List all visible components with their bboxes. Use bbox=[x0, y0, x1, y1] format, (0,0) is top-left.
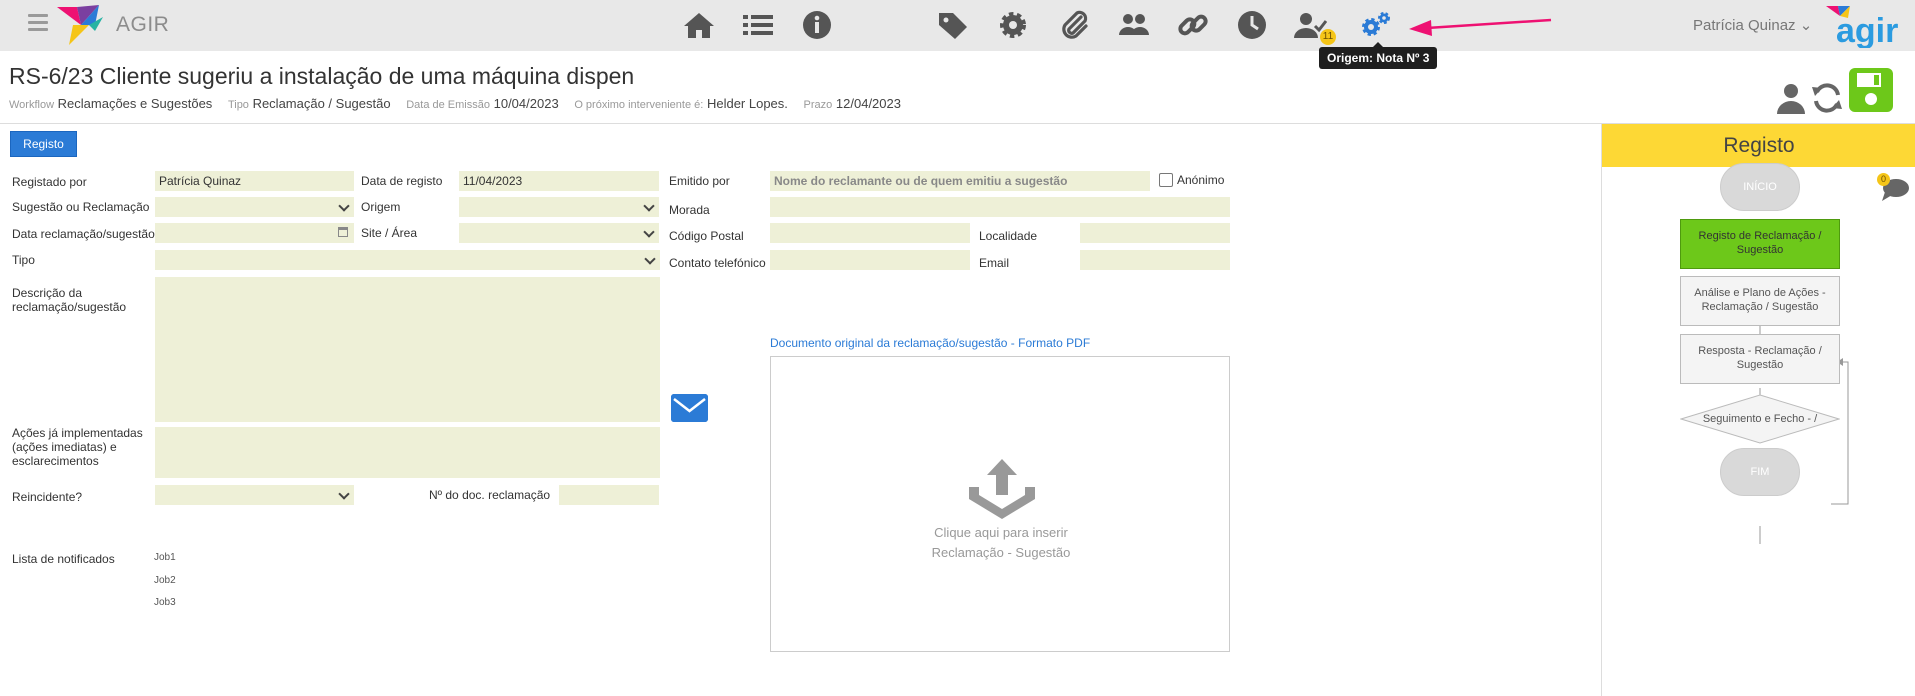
tipo-select[interactable] bbox=[155, 250, 660, 270]
sugestao-reclamacao-select[interactable] bbox=[155, 197, 354, 217]
home-icon[interactable] bbox=[682, 9, 716, 41]
flow-step-resposta-label: Resposta - Reclamação / Sugestão bbox=[1698, 345, 1822, 371]
menu-icon[interactable] bbox=[28, 14, 48, 32]
brand-name: agir bbox=[1836, 12, 1898, 48]
descricao-textarea[interactable] bbox=[155, 277, 660, 422]
site-area-label: Site / Área bbox=[361, 226, 418, 240]
acoes-label: Ações já implementadas (ações imediatas)… bbox=[12, 426, 143, 468]
flow-step-analise[interactable]: Análise e Plano de Ações - Reclamação / … bbox=[1680, 276, 1840, 326]
email-send-icon[interactable] bbox=[671, 394, 708, 422]
meta-value-proximo: Helder Lopes. bbox=[706, 96, 788, 111]
site-area-select[interactable] bbox=[459, 223, 659, 243]
meta-value-tipo: Reclamação / Sugestão bbox=[252, 96, 391, 111]
registado-por-field[interactable]: Patrícia Quinaz bbox=[155, 171, 354, 191]
link-icon[interactable] bbox=[1176, 9, 1210, 41]
localidade-field[interactable] bbox=[1080, 223, 1230, 243]
notificados-job: Job3 bbox=[154, 597, 176, 608]
upload-dropzone[interactable]: Clique aqui para inserir Reclamação - Su… bbox=[770, 356, 1230, 652]
upload-text-line2: Reclamação - Sugestão bbox=[931, 545, 1071, 560]
page-title: RS-6/23 Cliente sugeriu a instalação de … bbox=[9, 63, 635, 89]
gear-icon[interactable] bbox=[996, 9, 1030, 41]
tags-icon[interactable] bbox=[937, 9, 971, 41]
meta-key-proximo: O próximo interveniente é: bbox=[574, 99, 704, 111]
sugestao-reclamacao-label: Sugestão ou Reclamação bbox=[12, 200, 150, 214]
flow-end-label: FIM bbox=[1750, 466, 1770, 478]
record-meta: Workflow Reclamações e Sugestões Tipo Re… bbox=[9, 96, 913, 111]
emitido-por-field[interactable]: Nome do reclamante ou de quem emitiu a s… bbox=[770, 171, 1150, 191]
meta-key-tipo: Tipo bbox=[227, 99, 249, 111]
agir-logo-icon[interactable] bbox=[55, 3, 107, 47]
upload-icon bbox=[969, 459, 1035, 519]
gears-icon[interactable] bbox=[1358, 9, 1392, 41]
agir-brand-logo: agir bbox=[1826, 6, 1898, 48]
email-field[interactable] bbox=[1080, 250, 1230, 270]
users-icon[interactable] bbox=[1117, 9, 1151, 41]
codigo-postal-field[interactable] bbox=[770, 223, 970, 243]
notification-badge: 11 bbox=[1320, 29, 1336, 45]
workflow-panel: Registo 0 INÍCIO Registo de Reclamação /… bbox=[1601, 124, 1915, 696]
morada-field[interactable] bbox=[770, 197, 1230, 217]
flow-end[interactable]: FIM bbox=[1720, 448, 1800, 496]
meta-key-data-emissao: Data de Emissão bbox=[406, 99, 490, 111]
origem-label: Origem bbox=[361, 200, 401, 214]
top-bar: AGIR 11 Patrícia Quinaz ⌄ agir bbox=[0, 0, 1915, 51]
user-name: Patrícia Quinaz bbox=[1693, 17, 1796, 34]
notificados-job: Job1 bbox=[154, 552, 176, 563]
emitido-por-label: Emitido por bbox=[669, 174, 730, 188]
flow-step-registo-label: Registo de Reclamação / Sugestão bbox=[1698, 230, 1822, 256]
reincidente-select[interactable] bbox=[155, 485, 354, 505]
calendar-icon[interactable] bbox=[338, 227, 348, 237]
data-registo-field[interactable]: 11/04/2023 bbox=[459, 171, 659, 191]
meta-value-data-emissao: 10/04/2023 bbox=[493, 96, 559, 111]
annotation-arrow-icon bbox=[1409, 18, 1552, 36]
num-doc-field[interactable] bbox=[559, 485, 659, 505]
notificados-label: Lista de notificados bbox=[12, 552, 115, 566]
user-icon[interactable] bbox=[1776, 82, 1806, 114]
save-icon[interactable] bbox=[1849, 68, 1893, 112]
user-menu[interactable]: Patrícia Quinaz ⌄ bbox=[1693, 16, 1812, 34]
emitido-por-placeholder: Nome do reclamante ou de quem emitiu a s… bbox=[774, 174, 1068, 188]
meta-key-prazo: Prazo bbox=[803, 99, 833, 111]
data-reclamacao-field[interactable] bbox=[155, 223, 354, 243]
meta-value-workflow: Reclamações e Sugestões bbox=[57, 96, 213, 111]
clock-icon[interactable] bbox=[1235, 9, 1269, 41]
email-label: Email bbox=[979, 256, 1010, 270]
tipo-label: Tipo bbox=[12, 253, 35, 267]
contato-field[interactable] bbox=[770, 250, 970, 270]
upload-text-line1: Clique aqui para inserir bbox=[934, 525, 1068, 540]
data-registo-label: Data de registo bbox=[361, 174, 443, 188]
anonimo-checkbox[interactable] bbox=[1159, 173, 1173, 187]
registado-por-label: Registado por bbox=[12, 175, 87, 189]
meta-value-prazo: 12/04/2023 bbox=[835, 96, 901, 111]
info-icon[interactable] bbox=[800, 9, 834, 41]
refresh-icon[interactable] bbox=[1811, 82, 1843, 114]
chevron-down-icon: ⌄ bbox=[1799, 17, 1813, 34]
data-reclamacao-label: Data reclamação/sugestão bbox=[12, 227, 155, 241]
reincidente-label: Reincidente? bbox=[12, 490, 83, 504]
paperclip-icon[interactable] bbox=[1057, 9, 1091, 41]
list-icon[interactable] bbox=[741, 9, 775, 41]
descricao-label: Descrição da reclamação/sugestão bbox=[12, 286, 127, 314]
morada-label: Morada bbox=[669, 203, 710, 217]
origem-select[interactable] bbox=[459, 197, 659, 217]
num-doc-label: Nº do doc. reclamação bbox=[429, 488, 551, 502]
codigo-postal-label: Código Postal bbox=[669, 229, 744, 243]
notificados-job: Job2 bbox=[154, 575, 176, 586]
origin-tooltip: Origem: Nota Nº 3 bbox=[1319, 42, 1438, 69]
flow-step-resposta[interactable]: Resposta - Reclamação / Sugestão bbox=[1680, 334, 1840, 384]
meta-key-workflow: Workflow bbox=[9, 99, 55, 111]
flow-step-seguimento-label: Seguimento e Fecho - / bbox=[1702, 413, 1818, 425]
flow-start[interactable]: INÍCIO bbox=[1720, 163, 1800, 211]
flow-step-analise-label: Análise e Plano de Ações - Reclamação / … bbox=[1694, 287, 1826, 313]
tab-registo[interactable]: Registo bbox=[10, 131, 77, 157]
flow-step-seguimento: Seguimento e Fecho - / bbox=[1680, 408, 1840, 430]
app-name: AGIR bbox=[116, 13, 170, 36]
flow-start-label: INÍCIO bbox=[1743, 181, 1777, 193]
acoes-textarea[interactable] bbox=[155, 427, 660, 478]
contato-label: Contato telefónico bbox=[669, 256, 766, 270]
anonimo-label: Anónimo bbox=[1177, 173, 1225, 187]
pdf-document-link[interactable]: Documento original da reclamação/sugestã… bbox=[770, 336, 1090, 350]
localidade-label: Localidade bbox=[979, 229, 1038, 243]
flow-step-registo[interactable]: Registo de Reclamação / Sugestão bbox=[1680, 219, 1840, 269]
